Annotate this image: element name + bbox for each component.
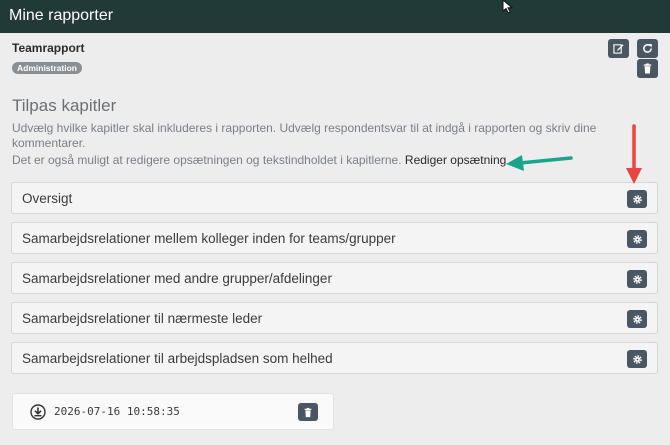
- chapter-settings-button[interactable]: [627, 270, 647, 288]
- delete-export-button[interactable]: [298, 403, 318, 421]
- chapter-settings-button[interactable]: [627, 350, 647, 368]
- chapter-row: Samarbejdsrelationer mellem kolleger ind…: [11, 222, 658, 254]
- chapter-label: Samarbejdsrelationer til arbejdspladsen …: [22, 351, 333, 366]
- section-title: Tilpas kapitler: [12, 96, 117, 115]
- download-icon[interactable]: [30, 404, 46, 420]
- chapter-label: Samarbejdsrelationer mellem kolleger ind…: [22, 231, 396, 246]
- refresh-report-button[interactable]: [637, 39, 658, 58]
- gear-icon: [632, 234, 642, 244]
- section-note: Det er også muligt at redigere opsætning…: [12, 153, 506, 167]
- trash-icon: [643, 63, 652, 74]
- trash-icon: [304, 407, 312, 417]
- chapter-settings-button[interactable]: [627, 230, 647, 248]
- chapter-row: Samarbejdsrelationer til nærmeste leder: [11, 302, 658, 334]
- refresh-icon: [643, 43, 653, 53]
- export-timestamp: 2026-07-16 10:58:35: [54, 405, 180, 418]
- delete-report-button[interactable]: [637, 59, 658, 78]
- gear-icon: [632, 314, 642, 324]
- chapter-label: Oversigt: [22, 191, 73, 206]
- edit-report-button[interactable]: [608, 39, 629, 58]
- report-name: Teamrapport: [12, 41, 85, 55]
- export-card: 2026-07-16 10:58:35: [12, 393, 334, 430]
- chapter-row: Oversigt: [11, 182, 658, 214]
- page-title: Mine rapporter: [9, 7, 114, 24]
- chapter-settings-button[interactable]: [627, 310, 647, 328]
- section-note-text: Det er også muligt at redigere opsætning…: [12, 153, 402, 167]
- gear-icon: [632, 274, 642, 284]
- edit-icon: [613, 44, 624, 54]
- mouse-cursor-icon: [502, 0, 514, 14]
- chapter-label: Samarbejdsrelationer med andre grupper/a…: [22, 271, 332, 286]
- report-badge: Administration: [12, 62, 82, 74]
- chapter-row: Samarbejdsrelationer til arbejdspladsen …: [11, 342, 658, 374]
- edit-setup-link[interactable]: Rediger opsætning: [405, 153, 506, 167]
- section-description: Udvælg hvilke kapitler skal inkluderes i…: [12, 121, 597, 150]
- chapter-label: Samarbejdsrelationer til nærmeste leder: [22, 311, 263, 326]
- top-bar: Mine rapporter: [0, 0, 670, 33]
- chapter-settings-button[interactable]: [627, 190, 647, 208]
- green-arrow-annotation: [506, 155, 573, 171]
- gear-icon: [632, 194, 642, 204]
- gear-icon: [632, 354, 642, 364]
- chapter-row: Samarbejdsrelationer med andre grupper/a…: [11, 262, 658, 294]
